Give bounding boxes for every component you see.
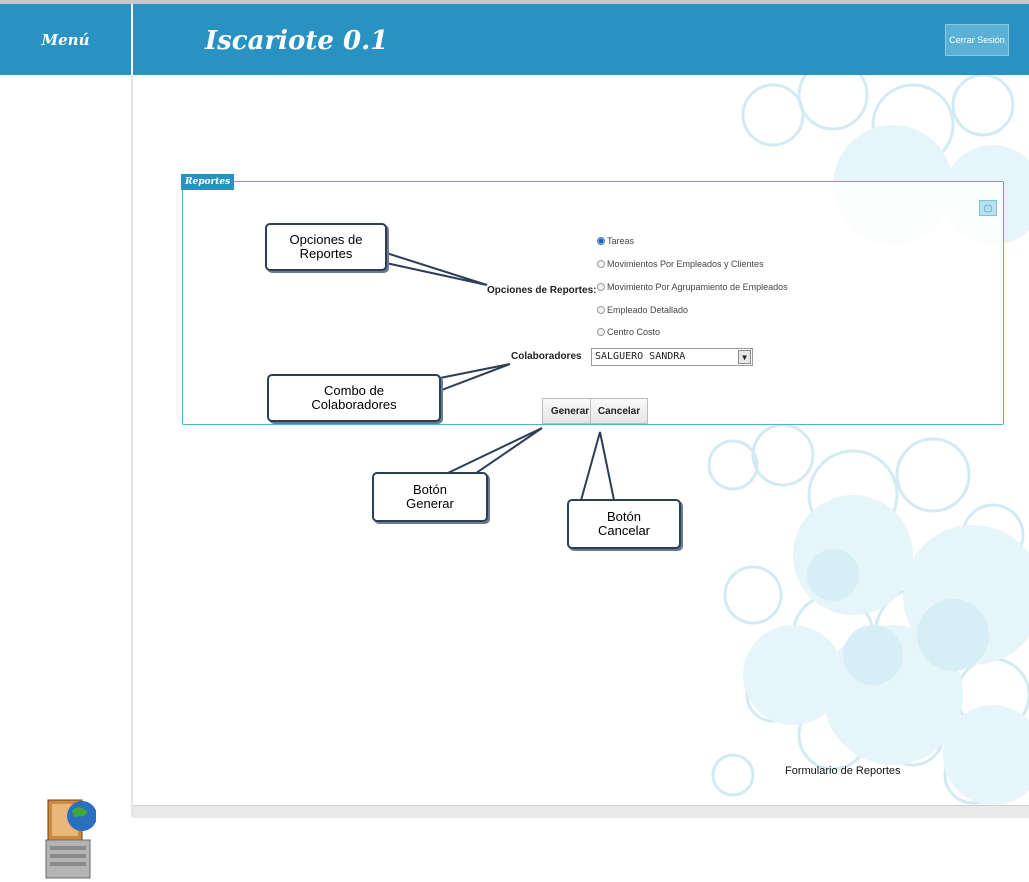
radio-option-agrupamiento-empleados[interactable]: Movimiento Por Agrupamiento de Empleados — [597, 282, 788, 292]
app-header: Iscariote 0.1 Cerrar Sesión — [133, 4, 1029, 75]
radio-option-centro-costo[interactable]: Centro Costo — [597, 327, 660, 337]
radio-label: Movimiento Por Agrupamiento de Empleados — [607, 282, 788, 292]
menu-label[interactable]: Menú — [42, 31, 90, 49]
callout-text: Botón Generar — [406, 482, 454, 511]
callout-report-options: Opciones de Reportes — [265, 223, 387, 271]
radio-option-movimientos-empleados-clientes[interactable]: Movimientos Por Empleados y Clientes — [597, 259, 764, 269]
app-title: Iscariote 0.1 — [205, 26, 389, 56]
callout-text: Opciones de Reportes — [289, 232, 363, 261]
radio-option-empleado-detallado[interactable]: Empleado Detallado — [597, 305, 688, 315]
collaborators-select[interactable]: SALGUERO SANDRA ▼ — [591, 348, 753, 366]
radio-button[interactable] — [597, 260, 605, 268]
radio-button[interactable] — [597, 328, 605, 336]
horizontal-scrollbar[interactable] — [133, 805, 1029, 818]
callout-text: Combo de Colaboradores — [311, 383, 397, 412]
callout-generate-button: Botón Generar — [372, 472, 488, 522]
cancel-button[interactable]: Cancelar — [590, 398, 648, 424]
report-options-label: Opciones de Reportes: — [487, 285, 597, 296]
menu-header[interactable]: Menú — [0, 4, 131, 75]
computer-globe-icon[interactable] — [44, 794, 96, 882]
panel-toggle-button[interactable]: ▢ — [979, 200, 997, 216]
callout-collaborators-combo: Combo de Colaboradores — [267, 374, 441, 422]
radio-option-tareas[interactable]: Tareas — [597, 236, 634, 246]
callout-text: Botón Cancelar — [597, 509, 651, 538]
collaborators-label: Colaboradores — [511, 351, 582, 362]
radio-button[interactable] — [597, 306, 605, 314]
logout-button[interactable]: Cerrar Sesión — [945, 24, 1009, 56]
radio-label: Movimientos Por Empleados y Clientes — [607, 259, 764, 269]
footer-caption: Formulario de Reportes — [785, 765, 901, 777]
radio-label: Tareas — [607, 236, 635, 246]
radio-label: Empleado Detallado — [607, 305, 689, 315]
callout-cancel-button: Botón Cancelar — [567, 499, 681, 549]
radio-button[interactable] — [597, 237, 605, 245]
sidebar — [0, 75, 133, 879]
panel-legend: Reportes — [181, 174, 235, 190]
collaborators-selected-value: SALGUERO SANDRA — [595, 351, 686, 362]
chevron-down-icon[interactable]: ▼ — [738, 350, 751, 364]
radio-label: Centro Costo — [607, 327, 661, 337]
radio-button[interactable] — [597, 283, 605, 291]
